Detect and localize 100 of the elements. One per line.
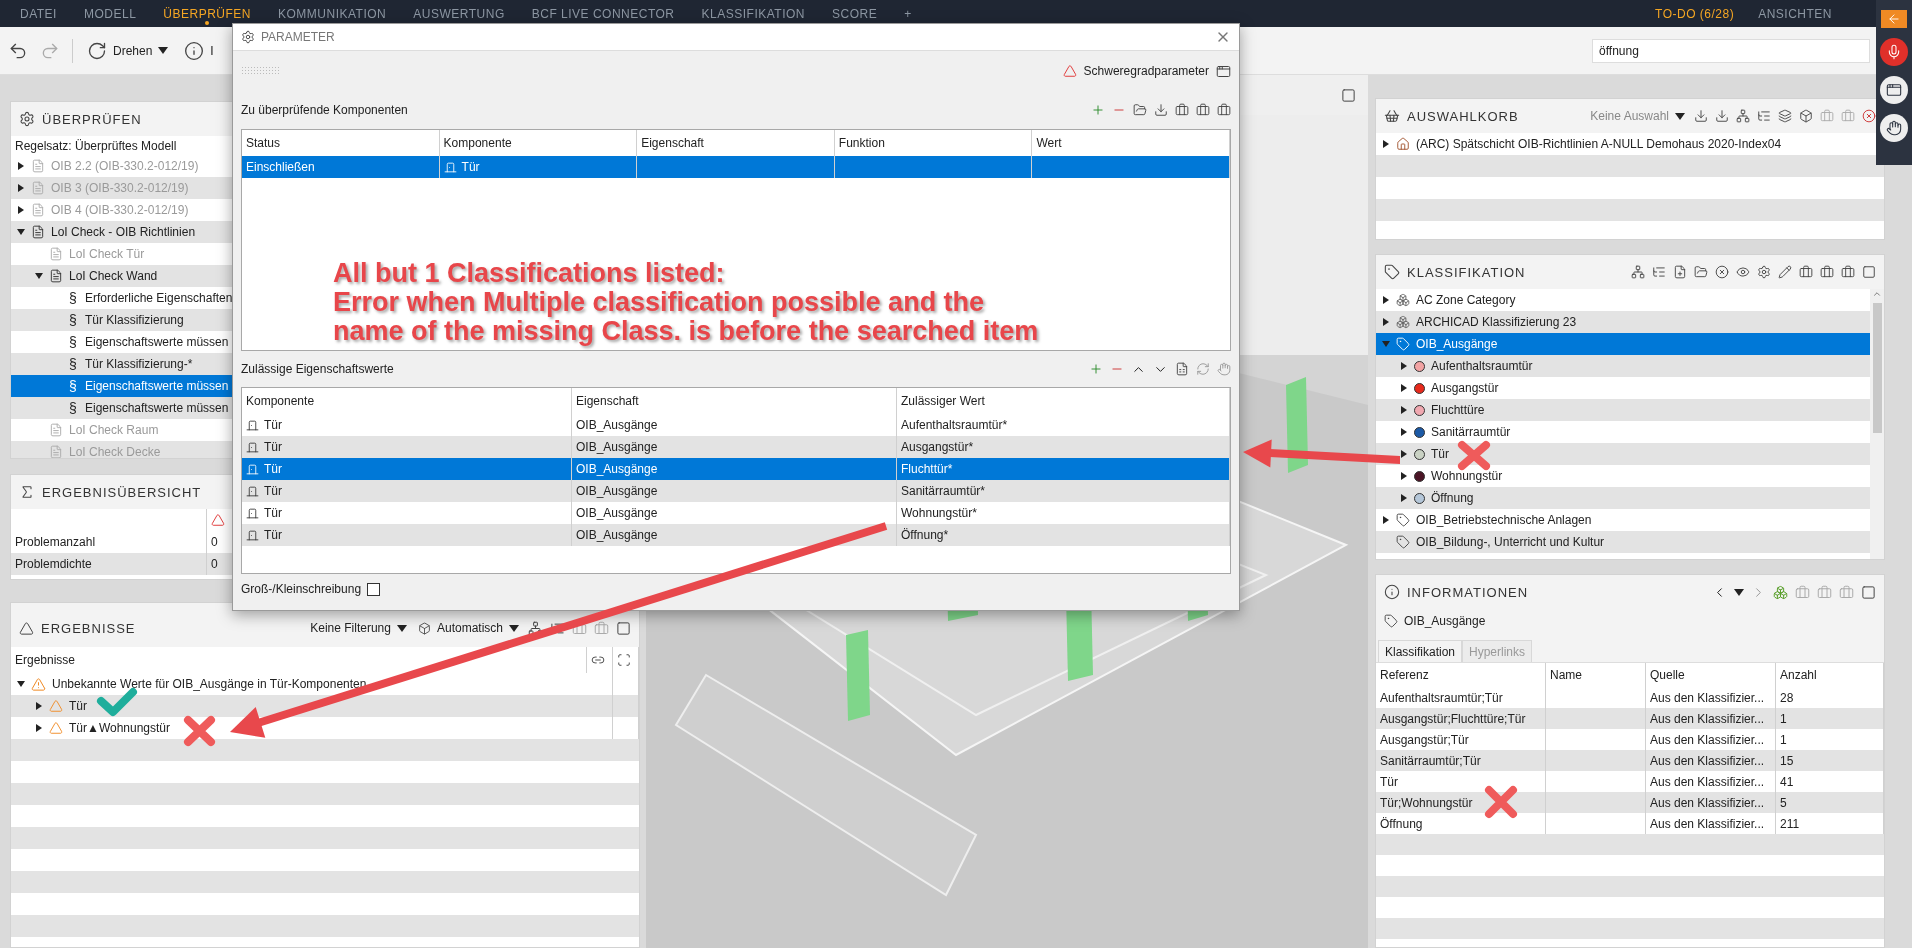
tree-item[interactable]: Tür bbox=[35, 695, 87, 717]
window-icon[interactable] bbox=[1862, 265, 1876, 279]
edit-icon[interactable] bbox=[1778, 265, 1792, 279]
caret-right-icon[interactable] bbox=[1400, 472, 1408, 480]
tree-item[interactable]: Tür▲Wohnungstür bbox=[35, 717, 171, 739]
caret-right-icon[interactable] bbox=[1400, 494, 1408, 502]
window-icon[interactable] bbox=[1216, 63, 1231, 79]
warning-triangle-icon bbox=[49, 699, 63, 713]
close-icon[interactable] bbox=[1715, 265, 1729, 279]
microphone-button[interactable] bbox=[1880, 38, 1908, 66]
checkbox[interactable] bbox=[367, 582, 381, 596]
caret-right-icon[interactable] bbox=[1382, 516, 1390, 524]
caret-right-icon[interactable] bbox=[35, 724, 43, 732]
table-row[interactable]: Tür OIB_Ausgänge Sanitärraumtür* bbox=[242, 480, 1230, 502]
briefcase-icon[interactable] bbox=[1217, 103, 1231, 117]
menu-tab[interactable]: DATEI bbox=[20, 0, 57, 27]
new-file-icon[interactable] bbox=[1673, 265, 1687, 279]
tree-item[interactable]: Wohnungstür bbox=[1400, 465, 1503, 487]
table-row[interactable]: Tür OIB_Ausgänge Ausgangstür* bbox=[242, 436, 1230, 458]
caret-down-icon[interactable] bbox=[17, 680, 25, 688]
menu-tab[interactable]: BCF LIVE CONNECTOR bbox=[531, 0, 675, 27]
caret-down-icon[interactable] bbox=[35, 272, 43, 280]
close-icon[interactable] bbox=[1862, 109, 1876, 123]
briefcase-icon[interactable] bbox=[1820, 265, 1834, 279]
briefcase-icon[interactable] bbox=[1841, 265, 1855, 279]
menu-tab[interactable]: SCORE bbox=[832, 0, 878, 27]
layers-icon[interactable] bbox=[1778, 109, 1792, 123]
list-icon[interactable] bbox=[1652, 265, 1666, 279]
caret-right-icon[interactable] bbox=[1400, 450, 1408, 458]
table-row[interactable]: Tür OIB_Ausgänge Fluchttür* bbox=[242, 458, 1230, 480]
eye-icon[interactable] bbox=[1736, 265, 1750, 279]
tree-item[interactable]: (ARC) Spätschicht OIB-Richtlinien A-NULL Demohaus 2020-Index04 bbox=[1382, 133, 1782, 155]
views-menu[interactable]: ANSICHTEN bbox=[1758, 0, 1832, 27]
menu-tab[interactable]: AUSWERTUNG bbox=[413, 0, 505, 27]
filter-dropdown[interactable]: Keine Filterung bbox=[308, 619, 409, 637]
caret-right-icon[interactable] bbox=[1400, 362, 1408, 370]
table-cell: Öffnung* bbox=[901, 528, 949, 542]
rotate-button[interactable]: Drehen bbox=[85, 38, 171, 63]
window-button[interactable] bbox=[1880, 76, 1908, 104]
menu-tab[interactable]: KLASSIFIKATION bbox=[701, 0, 805, 27]
caret-down-icon[interactable] bbox=[1734, 588, 1744, 596]
tree-item[interactable]: Tür bbox=[1400, 443, 1449, 465]
tree-item[interactable]: Unbekannte Werte für OIB_Ausgänge in Tür-Komponenten bbox=[17, 673, 367, 695]
table-row[interactable]: Einschließen Tür bbox=[242, 156, 1230, 178]
info-button[interactable]: I bbox=[182, 38, 216, 63]
menu-tab[interactable]: KOMMUNIKATION bbox=[278, 0, 387, 27]
cube-icon[interactable] bbox=[1799, 109, 1813, 123]
caret-right-icon[interactable] bbox=[1400, 428, 1408, 436]
info-icon[interactable] bbox=[184, 40, 205, 61]
tree-item[interactable]: Ausgangstür bbox=[1400, 377, 1499, 399]
download-icon[interactable] bbox=[1154, 103, 1168, 117]
search-field[interactable]: öffnung bbox=[1592, 38, 1870, 63]
caret-down-icon[interactable] bbox=[509, 624, 519, 632]
tree-item[interactable]: Sanitärraumtür bbox=[1400, 421, 1511, 443]
download-icon[interactable] bbox=[1715, 109, 1729, 123]
tree-item[interactable]: Fluchttüre bbox=[1400, 399, 1485, 421]
add-tab-button[interactable]: + bbox=[904, 0, 912, 27]
cubes-icon[interactable] bbox=[1773, 584, 1788, 600]
download-icon[interactable] bbox=[1694, 109, 1708, 123]
tree-item[interactable]: § Erforderliche Eigenschaften bbox=[53, 287, 233, 309]
hand-button[interactable] bbox=[1880, 114, 1908, 142]
folder-icon[interactable] bbox=[1133, 103, 1147, 117]
briefcase-icon[interactable] bbox=[1799, 265, 1813, 279]
scrollbar[interactable] bbox=[1870, 289, 1884, 559]
caret-right-icon[interactable] bbox=[1400, 384, 1408, 392]
tree-item[interactable]: Öffnung bbox=[1400, 487, 1474, 509]
spreadsheet-icon[interactable] bbox=[1175, 362, 1189, 376]
caret-right-icon[interactable] bbox=[1382, 318, 1390, 326]
list-icon[interactable] bbox=[1757, 109, 1771, 123]
mode-dropdown[interactable]: Automatisch bbox=[415, 619, 521, 637]
caret-down-icon[interactable] bbox=[17, 228, 25, 236]
caret-right-icon[interactable] bbox=[1400, 406, 1408, 414]
folder-icon[interactable] bbox=[1694, 265, 1708, 279]
tree-icon[interactable] bbox=[1736, 109, 1750, 123]
tree-item[interactable]: AC Zone Category bbox=[1382, 289, 1516, 311]
todo-button[interactable]: TO-DO (6/28) bbox=[1655, 0, 1735, 27]
tree-item[interactable]: LoI Check Wand bbox=[35, 265, 158, 287]
tree-item[interactable]: § Eigenschaftswerte müssen bbox=[53, 331, 229, 353]
tab[interactable]: Klassifikation bbox=[1378, 640, 1463, 662]
caret-down-icon[interactable] bbox=[158, 47, 169, 54]
table-row[interactable]: Tür OIB_Ausgänge Öffnung* bbox=[242, 524, 1230, 546]
severity-label[interactable]: Schweregradparameter bbox=[1083, 64, 1209, 78]
cube-icon[interactable] bbox=[417, 621, 431, 635]
frame-icon[interactable] bbox=[617, 653, 631, 667]
tree-item[interactable]: OIB_Betriebstechnische Anlagen bbox=[1382, 509, 1592, 531]
window-icon[interactable] bbox=[616, 620, 631, 636]
settings-icon[interactable] bbox=[1757, 265, 1771, 279]
rotate-icon[interactable] bbox=[87, 40, 107, 61]
briefcase-icon[interactable] bbox=[1196, 103, 1210, 117]
briefcase-icon[interactable] bbox=[1175, 103, 1189, 117]
menu-tab[interactable]: MODELL bbox=[83, 0, 137, 27]
caret-right-icon[interactable] bbox=[1382, 296, 1390, 304]
caret-right-icon[interactable] bbox=[1382, 140, 1390, 148]
caret-down-icon[interactable] bbox=[396, 624, 407, 632]
document-icon bbox=[31, 159, 45, 173]
link-icon[interactable] bbox=[591, 653, 605, 667]
caret-right-icon[interactable] bbox=[35, 702, 43, 710]
sigma-icon bbox=[19, 484, 35, 500]
tree-icon[interactable] bbox=[1631, 265, 1645, 279]
caret-down-icon[interactable] bbox=[1675, 112, 1685, 120]
